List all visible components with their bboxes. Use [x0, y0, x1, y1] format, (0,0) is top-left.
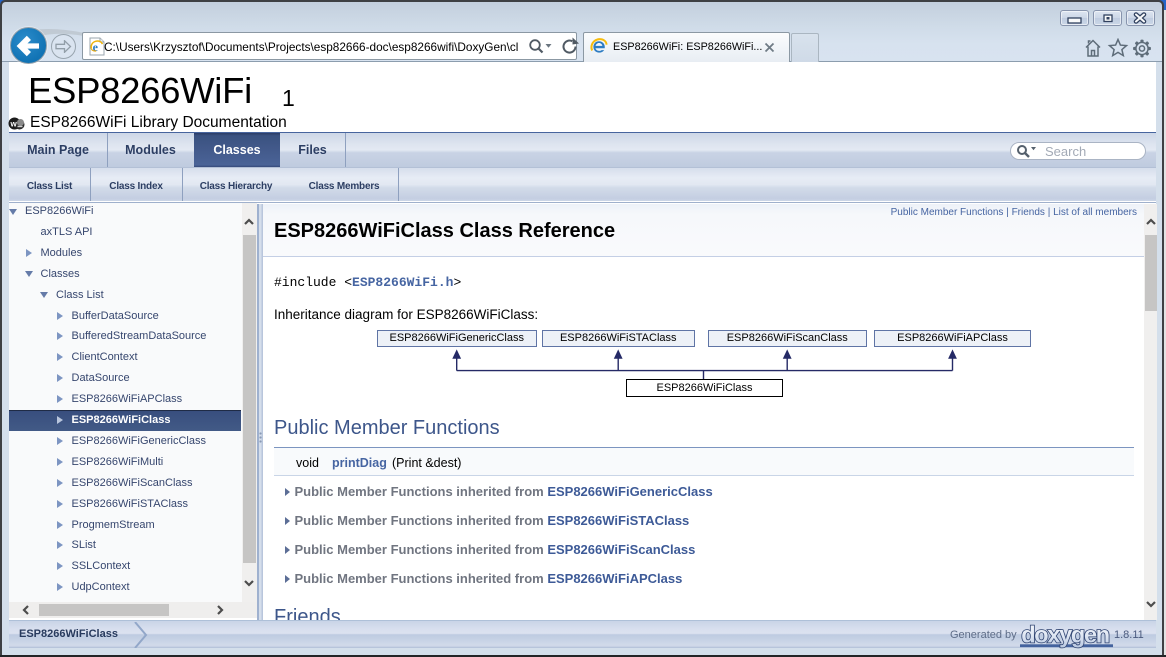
- svg-text:doxygen: doxygen: [1021, 622, 1109, 648]
- svg-text:w: w: [10, 120, 18, 129]
